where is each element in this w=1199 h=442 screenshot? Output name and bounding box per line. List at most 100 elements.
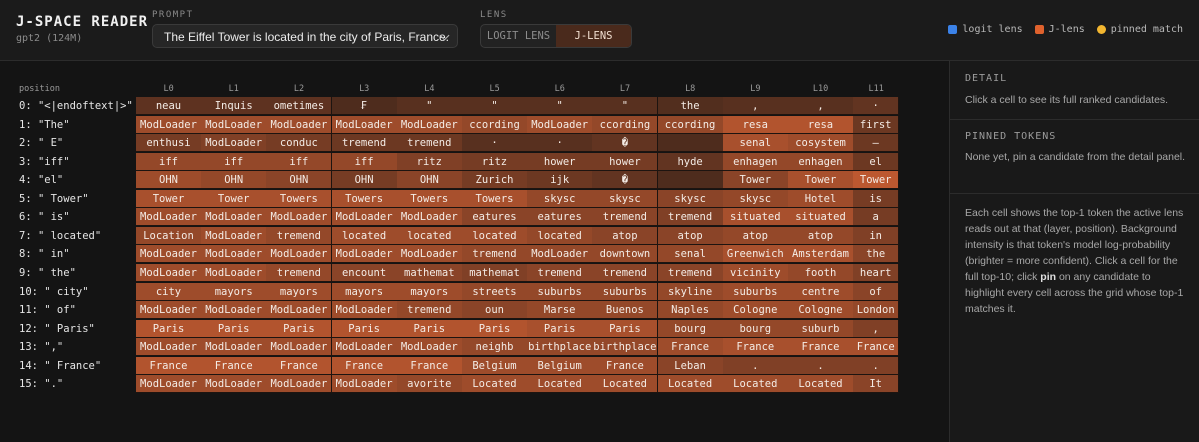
grid-cell[interactable]: skysc <box>592 189 659 208</box>
grid-cell[interactable]: ModLoader <box>201 263 268 282</box>
grid-cell[interactable]: tremend <box>331 134 398 153</box>
grid-cell[interactable]: · <box>853 97 900 115</box>
lens-option-logit[interactable]: LOGIT LENS <box>481 25 556 47</box>
grid-cell[interactable]: ModLoader <box>527 245 594 264</box>
grid-cell[interactable]: France <box>201 356 268 375</box>
grid-cell[interactable]: " <box>462 97 528 115</box>
grid-cell[interactable]: tremend <box>657 263 724 282</box>
grid-cell[interactable]: Towers <box>266 189 333 208</box>
grid-cell[interactable]: mathemat <box>462 263 528 282</box>
grid-cell[interactable]: ModLoader <box>396 208 463 227</box>
grid-cell[interactable]: Tower <box>722 171 789 190</box>
grid-cell[interactable]: iff <box>331 152 398 171</box>
grid-cell[interactable]: Hotel <box>788 189 854 208</box>
grid-cell[interactable]: Tower <box>136 189 202 208</box>
grid-cell[interactable]: Paris <box>331 319 398 338</box>
grid-cell[interactable]: suburb <box>788 319 854 338</box>
grid-cell[interactable]: ModLoader <box>136 375 202 394</box>
grid-cell[interactable]: Located <box>788 375 854 394</box>
grid-cell[interactable]: tremend <box>527 263 594 282</box>
grid-cell[interactable]: suburbs <box>592 282 659 301</box>
grid-cell[interactable]: Cologne <box>722 301 789 320</box>
grid-cell[interactable]: OHN <box>201 171 268 190</box>
grid-cell[interactable]: tremend <box>266 226 333 245</box>
grid-cell[interactable] <box>657 134 724 153</box>
grid-cell[interactable]: situated <box>722 208 789 227</box>
grid-cell[interactable]: France <box>136 356 202 375</box>
grid-cell[interactable]: tremend <box>396 134 463 153</box>
grid-cell[interactable]: ModLoader <box>396 245 463 264</box>
grid-cell[interactable]: Paris <box>201 319 268 338</box>
grid-cell[interactable]: el <box>853 152 900 171</box>
grid-cell[interactable]: located <box>396 226 463 245</box>
grid-cell[interactable]: Paris <box>136 319 202 338</box>
grid-cell[interactable]: atop <box>657 226 724 245</box>
grid-cell[interactable]: ModLoader <box>331 375 398 394</box>
grid-cell[interactable]: Towers <box>462 189 528 208</box>
grid-cell[interactable]: atop <box>592 226 659 245</box>
grid-cell[interactable]: senal <box>722 134 789 153</box>
grid-cell[interactable]: ModLoader <box>201 338 268 357</box>
grid-cell[interactable]: Naples <box>657 301 724 320</box>
grid-cell[interactable]: ModLoader <box>201 208 268 227</box>
grid-cell[interactable]: ModLoader <box>136 263 202 282</box>
grid-cell[interactable]: resa <box>788 115 854 134</box>
grid-cell[interactable]: ModLoader <box>266 208 333 227</box>
grid-cell[interactable]: . <box>722 356 789 375</box>
grid-cell[interactable]: ModLoader <box>266 245 333 264</box>
grid-cell[interactable]: ccording <box>657 115 724 134</box>
grid-cell[interactable]: , <box>722 97 789 115</box>
grid-cell[interactable]: mayors <box>331 282 398 301</box>
grid-cell[interactable]: ModLoader <box>201 301 268 320</box>
grid-cell[interactable]: birthplace <box>527 338 594 357</box>
grid-cell[interactable]: ModLoader <box>331 245 398 264</box>
grid-cell[interactable]: mayors <box>396 282 463 301</box>
grid-cell[interactable]: , <box>788 97 854 115</box>
grid-cell[interactable]: Cologne <box>788 301 854 320</box>
grid-cell[interactable]: located <box>331 226 398 245</box>
grid-cell[interactable]: tremend <box>657 208 724 227</box>
grid-cell[interactable]: senal <box>657 245 724 264</box>
grid-cell[interactable]: , <box>853 319 900 338</box>
grid-cell[interactable]: OHN <box>331 171 398 190</box>
grid-cell[interactable]: ₣ <box>331 97 398 115</box>
grid-cell[interactable]: conduc <box>266 134 333 153</box>
grid-cell[interactable]: hyde <box>657 152 724 171</box>
grid-cell[interactable]: enthusi <box>136 134 202 153</box>
grid-cell[interactable]: neighb <box>462 338 528 357</box>
grid-cell[interactable]: Tower <box>788 171 854 190</box>
grid-cell[interactable]: tremend <box>266 263 333 282</box>
grid-cell[interactable]: vicinity <box>722 263 789 282</box>
grid-cell[interactable]: ModLoader <box>266 375 333 394</box>
grid-cell[interactable]: Paris <box>527 319 594 338</box>
grid-cell[interactable]: Tower <box>201 189 268 208</box>
grid-cell[interactable]: ModLoader <box>136 301 202 320</box>
grid-cell[interactable]: Zurich <box>462 171 528 190</box>
grid-cell[interactable]: ModLoader <box>527 115 594 134</box>
grid-cell[interactable]: enhagen <box>722 152 789 171</box>
grid-cell[interactable]: " <box>527 97 594 115</box>
grid-cell[interactable]: the <box>657 97 724 115</box>
grid-cell[interactable]: birthplace <box>592 338 659 357</box>
grid-cell[interactable]: situated <box>788 208 854 227</box>
grid-cell[interactable]: � <box>592 134 659 153</box>
grid-cell[interactable] <box>657 171 724 190</box>
grid-cell[interactable]: ccording <box>592 115 659 134</box>
grid-cell[interactable]: Located <box>592 375 659 394</box>
grid-cell[interactable]: resa <box>722 115 789 134</box>
grid-cell[interactable]: tremend <box>592 263 659 282</box>
grid-cell[interactable]: hower <box>527 152 594 171</box>
grid-cell[interactable]: suburbs <box>527 282 594 301</box>
grid-cell[interactable]: located <box>462 226 528 245</box>
grid-cell[interactable]: � <box>592 171 659 190</box>
grid-cell[interactable]: It <box>853 375 900 394</box>
grid-cell[interactable]: · <box>527 134 594 153</box>
grid-cell[interactable]: France <box>331 356 398 375</box>
grid-cell[interactable]: OHN <box>266 171 333 190</box>
grid-cell[interactable]: heart <box>853 263 900 282</box>
grid-cell[interactable]: – <box>853 134 900 153</box>
grid-cell[interactable]: Inquis <box>201 97 268 115</box>
grid-cell[interactable]: Paris <box>462 319 528 338</box>
grid-cell[interactable]: Located <box>657 375 724 394</box>
grid-cell[interactable]: France <box>788 338 854 357</box>
